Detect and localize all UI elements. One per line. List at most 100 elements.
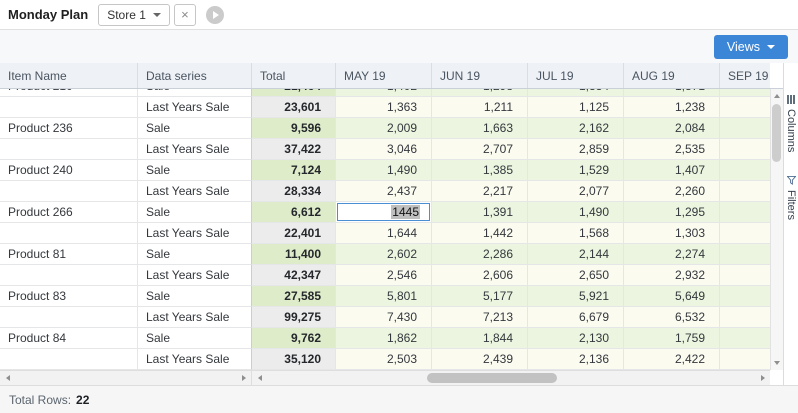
total-cell[interactable]: 9,762 bbox=[252, 328, 336, 349]
month-cell[interactable]: 5,649 bbox=[624, 286, 720, 307]
scroll-right-button[interactable] bbox=[236, 371, 251, 385]
month-cell[interactable]: 3,046 bbox=[336, 139, 432, 160]
item-cell[interactable] bbox=[0, 97, 138, 118]
series-cell[interactable]: Sale bbox=[138, 244, 252, 265]
month-cell[interactable]: 2,130 bbox=[528, 328, 624, 349]
month-cell[interactable]: 1,385 bbox=[432, 160, 528, 181]
scrollbar-track[interactable] bbox=[267, 371, 755, 385]
month-cell[interactable]: 1,298 bbox=[432, 89, 528, 97]
month-cell[interactable]: 2,084 bbox=[624, 118, 720, 139]
month-cell[interactable]: 1,238 bbox=[624, 97, 720, 118]
horizontal-scrollbar-frozen[interactable] bbox=[0, 370, 252, 385]
scroll-down-button[interactable] bbox=[771, 356, 783, 370]
column-header-jul[interactable]: JUL 19 bbox=[528, 63, 624, 88]
total-cell[interactable]: 23,601 bbox=[252, 97, 336, 118]
month-cell[interactable] bbox=[720, 160, 770, 181]
scrollbar-thumb[interactable] bbox=[427, 373, 557, 383]
month-cell[interactable] bbox=[720, 349, 770, 370]
month-cell[interactable]: 1,490 bbox=[336, 160, 432, 181]
month-cell[interactable]: 2,602 bbox=[336, 244, 432, 265]
vertical-scrollbar[interactable] bbox=[770, 89, 783, 370]
item-cell[interactable]: Product 266 bbox=[0, 202, 138, 223]
month-cell[interactable]: 1,442 bbox=[432, 223, 528, 244]
item-cell[interactable]: Product 210 bbox=[0, 89, 138, 97]
month-cell[interactable]: 2,162 bbox=[528, 118, 624, 139]
total-cell[interactable]: 28,334 bbox=[252, 181, 336, 202]
month-cell[interactable]: 2,286 bbox=[432, 244, 528, 265]
item-cell[interactable] bbox=[0, 349, 138, 370]
total-cell[interactable]: 22,401 bbox=[252, 223, 336, 244]
month-cell[interactable]: 1,371 bbox=[624, 89, 720, 97]
column-header-may[interactable]: MAY 19 bbox=[336, 63, 432, 88]
total-cell[interactable]: 6,612 bbox=[252, 202, 336, 223]
item-cell[interactable] bbox=[0, 307, 138, 328]
item-cell[interactable] bbox=[0, 181, 138, 202]
month-cell[interactable]: 2,859 bbox=[528, 139, 624, 160]
month-cell[interactable]: 5,921 bbox=[528, 286, 624, 307]
month-cell[interactable]: 1,334 bbox=[528, 89, 624, 97]
month-cell[interactable]: 1445 bbox=[336, 202, 432, 223]
series-cell[interactable]: Sale bbox=[138, 89, 252, 97]
month-cell[interactable]: 2,439 bbox=[432, 349, 528, 370]
series-cell[interactable]: Sale bbox=[138, 118, 252, 139]
series-cell[interactable]: Sale bbox=[138, 328, 252, 349]
item-cell[interactable] bbox=[0, 265, 138, 286]
month-cell[interactable]: 1,490 bbox=[528, 202, 624, 223]
month-cell[interactable] bbox=[720, 223, 770, 244]
month-cell[interactable]: 1,407 bbox=[624, 160, 720, 181]
series-cell[interactable]: Last Years Sale bbox=[138, 139, 252, 160]
month-cell[interactable]: 1,663 bbox=[432, 118, 528, 139]
month-cell[interactable]: 1,211 bbox=[432, 97, 528, 118]
month-cell[interactable]: 1,862 bbox=[336, 328, 432, 349]
scroll-left-button[interactable] bbox=[252, 371, 267, 385]
month-cell[interactable]: 2,274 bbox=[624, 244, 720, 265]
run-button[interactable] bbox=[206, 6, 224, 24]
month-cell[interactable]: 2,422 bbox=[624, 349, 720, 370]
month-cell[interactable]: 1,568 bbox=[528, 223, 624, 244]
total-cell[interactable]: 7,124 bbox=[252, 160, 336, 181]
month-cell[interactable]: 1,363 bbox=[336, 97, 432, 118]
month-cell[interactable]: 2,606 bbox=[432, 265, 528, 286]
month-cell[interactable] bbox=[720, 118, 770, 139]
month-cell[interactable]: 2,707 bbox=[432, 139, 528, 160]
scroll-right-button[interactable] bbox=[755, 371, 770, 385]
item-cell[interactable]: Product 236 bbox=[0, 118, 138, 139]
total-cell[interactable]: 9,596 bbox=[252, 118, 336, 139]
scrollbar-thumb[interactable] bbox=[772, 104, 781, 162]
month-cell[interactable]: 1,402 bbox=[336, 89, 432, 97]
month-cell[interactable] bbox=[720, 181, 770, 202]
series-cell[interactable]: Last Years Sale bbox=[138, 349, 252, 370]
column-header-total[interactable]: Total bbox=[252, 63, 336, 88]
month-cell[interactable]: 2,546 bbox=[336, 265, 432, 286]
total-cell[interactable]: 37,422 bbox=[252, 139, 336, 160]
series-cell[interactable]: Last Years Sale bbox=[138, 265, 252, 286]
scrollbar-track[interactable] bbox=[771, 103, 783, 356]
month-cell[interactable]: 2,503 bbox=[336, 349, 432, 370]
column-header-jun[interactable]: JUN 19 bbox=[432, 63, 528, 88]
item-cell[interactable] bbox=[0, 139, 138, 160]
total-cell[interactable]: 11,400 bbox=[252, 244, 336, 265]
total-cell[interactable]: 42,347 bbox=[252, 265, 336, 286]
month-cell[interactable]: 1,391 bbox=[432, 202, 528, 223]
month-cell[interactable]: 2,136 bbox=[528, 349, 624, 370]
series-cell[interactable]: Sale bbox=[138, 160, 252, 181]
store-filter-dropdown[interactable]: Store 1 bbox=[98, 4, 170, 26]
month-cell[interactable]: 5,177 bbox=[432, 286, 528, 307]
month-cell[interactable] bbox=[720, 89, 770, 97]
series-cell[interactable]: Last Years Sale bbox=[138, 181, 252, 202]
month-cell[interactable]: 2,437 bbox=[336, 181, 432, 202]
month-cell[interactable]: 1,303 bbox=[624, 223, 720, 244]
month-cell[interactable]: 2,260 bbox=[624, 181, 720, 202]
columns-panel-button[interactable]: Columns bbox=[785, 95, 797, 152]
month-cell[interactable] bbox=[720, 307, 770, 328]
item-cell[interactable]: Product 240 bbox=[0, 160, 138, 181]
month-cell[interactable]: 1,295 bbox=[624, 202, 720, 223]
month-cell[interactable]: 2,535 bbox=[624, 139, 720, 160]
month-cell[interactable]: 1,644 bbox=[336, 223, 432, 244]
item-cell[interactable]: Product 81 bbox=[0, 244, 138, 265]
month-cell[interactable]: 6,679 bbox=[528, 307, 624, 328]
series-cell[interactable]: Sale bbox=[138, 202, 252, 223]
month-cell[interactable]: 1,759 bbox=[624, 328, 720, 349]
month-cell[interactable] bbox=[720, 202, 770, 223]
month-cell[interactable]: 5,801 bbox=[336, 286, 432, 307]
